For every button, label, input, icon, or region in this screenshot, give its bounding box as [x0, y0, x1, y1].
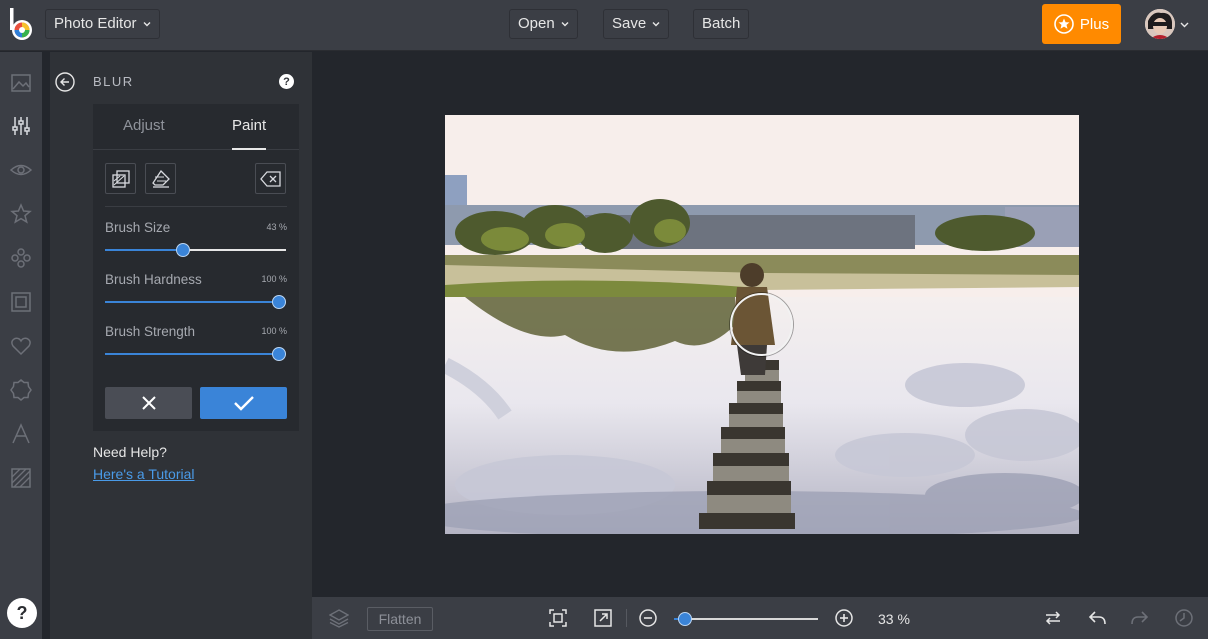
cancel-button[interactable] — [105, 387, 192, 419]
history-icon[interactable] — [1174, 608, 1194, 628]
heart-icon[interactable] — [10, 335, 32, 357]
zoom-out-icon[interactable] — [638, 608, 658, 628]
eraser-icon — [151, 169, 170, 188]
undo-icon[interactable] — [1087, 608, 1107, 628]
open-button[interactable]: Open — [509, 9, 578, 39]
redo-icon[interactable] — [1130, 608, 1150, 628]
texture-icon[interactable] — [10, 467, 32, 489]
text-icon[interactable] — [10, 423, 32, 445]
badge-icon[interactable] — [10, 379, 32, 401]
chevron-down-icon — [652, 22, 660, 27]
slider-handle[interactable] — [176, 243, 190, 257]
tab-bar: Adjust Paint — [93, 104, 299, 150]
apply-button[interactable] — [200, 387, 287, 419]
flatten-button[interactable]: Flatten — [367, 607, 433, 631]
save-button[interactable]: Save — [603, 9, 670, 39]
chevron-down-icon — [561, 22, 569, 27]
backspace-icon — [259, 170, 281, 187]
app-menu-button[interactable]: Photo Editor — [45, 9, 160, 39]
paint-card: Adjust Paint Brush Size 43 % Brush Hardn… — [93, 104, 299, 431]
brush-size-slider[interactable] — [105, 249, 286, 251]
tutorial-link[interactable]: Here's a Tutorial — [93, 466, 195, 482]
eye-icon[interactable] — [10, 159, 32, 181]
slider-handle[interactable] — [272, 347, 286, 361]
checkmark-icon — [233, 396, 254, 411]
star-icon[interactable] — [10, 203, 32, 225]
need-help-text: Need Help? — [93, 444, 167, 460]
actual-size-icon[interactable] — [593, 608, 613, 628]
effects-icon[interactable] — [10, 247, 32, 269]
plus-upgrade-button[interactable]: Plus — [1042, 4, 1121, 44]
paint-all-button[interactable] — [105, 163, 136, 194]
zoom-slider-track[interactable] — [674, 618, 818, 620]
frame-icon[interactable] — [10, 291, 32, 313]
divider — [105, 206, 287, 207]
zoom-in-icon[interactable] — [834, 608, 854, 628]
sliders-icon[interactable] — [10, 115, 32, 137]
zoom-level: 33 % — [878, 611, 910, 627]
plus-label: Plus — [1079, 15, 1110, 33]
tab-paint[interactable]: Paint — [232, 104, 267, 150]
slider-handle[interactable] — [272, 295, 286, 309]
panel-help-label: ? — [283, 75, 290, 88]
save-label: Save — [612, 15, 647, 32]
help-label: ? — [16, 602, 28, 623]
tool-rail: ? — [0, 52, 42, 639]
brush-strength-label: Brush Strength — [105, 324, 196, 339]
compare-icon[interactable] — [1043, 608, 1063, 628]
brush-strength-slider[interactable] — [105, 353, 286, 355]
app-window: Photo Editor Open Save Batch Plus ? BLUR… — [0, 0, 1208, 639]
brush-hardness-value: 100 % — [261, 274, 287, 284]
clear-button[interactable] — [255, 163, 286, 194]
separator — [626, 609, 627, 627]
batch-label: Batch — [702, 15, 741, 32]
user-avatar[interactable] — [1145, 9, 1175, 39]
image-icon[interactable] — [10, 72, 32, 94]
app-menu-label: Photo Editor — [54, 15, 137, 32]
bottom-toolbar: Flatten 33 % — [312, 597, 1208, 639]
star-badge-icon — [1054, 14, 1074, 34]
canvas-area[interactable] — [312, 52, 1208, 597]
close-icon — [141, 396, 156, 410]
blur-panel: BLUR ? Adjust Paint Brush Size 43 % Brus… — [50, 52, 312, 639]
brush-hardness-slider[interactable] — [105, 301, 286, 303]
batch-button[interactable]: Batch — [693, 9, 750, 39]
panel-help-icon[interactable]: ? — [279, 74, 294, 89]
layers-icon[interactable] — [329, 608, 349, 628]
top-bar: Photo Editor Open Save Batch Plus — [0, 0, 1208, 51]
photo-canvas[interactable] — [445, 115, 1079, 534]
erase-mode-button[interactable] — [145, 163, 176, 194]
brush-size-label: Brush Size — [105, 220, 171, 235]
help-button[interactable]: ? — [7, 598, 37, 628]
brush-cursor — [730, 293, 793, 356]
paint-all-icon — [111, 169, 130, 188]
back-arrow-icon[interactable] — [55, 72, 75, 92]
open-label: Open — [518, 15, 555, 32]
brush-hardness-label: Brush Hardness — [105, 272, 202, 287]
fit-to-screen-icon[interactable] — [548, 608, 568, 628]
panel-title: BLUR — [93, 74, 134, 89]
brush-strength-value: 100 % — [261, 326, 287, 336]
befunky-logo[interactable] — [8, 8, 36, 42]
brush-size-value: 43 % — [266, 222, 287, 232]
zoom-slider-handle[interactable] — [678, 612, 692, 626]
chevron-down-icon[interactable] — [1180, 20, 1189, 29]
chevron-down-icon — [143, 22, 151, 27]
tab-adjust[interactable]: Adjust — [123, 104, 165, 150]
